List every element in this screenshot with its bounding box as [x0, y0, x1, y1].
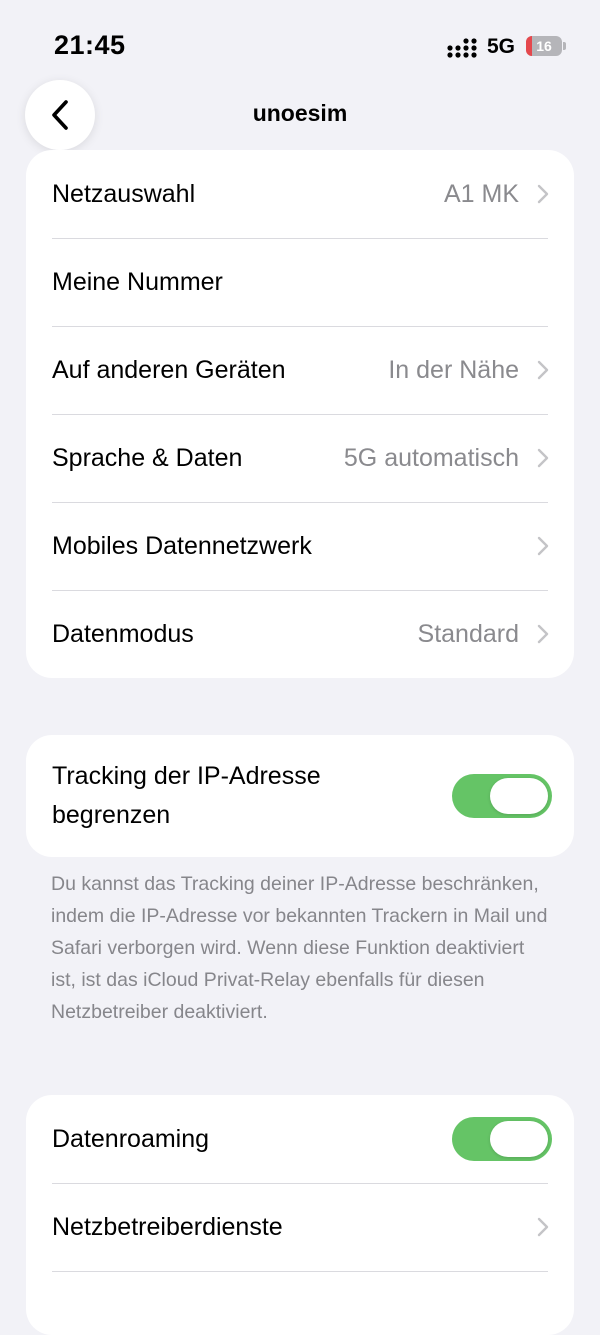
row-value: Standard — [417, 619, 519, 648]
chevron-right-icon — [537, 184, 549, 204]
chevron-right-icon — [537, 1217, 549, 1237]
battery-percentage: 16 — [536, 38, 552, 54]
my-number-row[interactable]: Meine Nummer — [26, 238, 574, 326]
page-title: unoesim — [252, 100, 348, 126]
row-label: Auf anderen Geräten — [52, 355, 286, 384]
battery-icon: 16 — [526, 36, 566, 58]
network-type-label: 5G — [487, 35, 516, 58]
status-time: 21:45 — [54, 30, 126, 60]
row-label: Datenroaming — [52, 1124, 210, 1153]
carrier-services-row[interactable]: Netzbetreiberdienste — [26, 1183, 574, 1271]
row-label: Mobiles Datennetzwerk — [52, 531, 312, 560]
limit-ip-tracking-row: Tracking der IP-Adresse begrenzen — [26, 735, 574, 857]
data-roaming-row: Datenroaming — [26, 1095, 574, 1183]
toggle-knob — [490, 1121, 548, 1157]
mobile-data-network-row[interactable]: Mobiles Datennetzwerk — [26, 502, 574, 590]
row-value: In der Nähe — [388, 355, 519, 384]
cellular-settings-group: Netzauswahl A1 MK Meine Nummer Auf ander… — [26, 150, 574, 678]
row-label: Netzbetreiberdienste — [52, 1212, 283, 1241]
toggle-knob — [490, 778, 548, 814]
limit-ip-tracking-toggle[interactable] — [452, 774, 552, 818]
chevron-left-icon — [52, 100, 68, 130]
status-bar: 21:45 5G 16 — [0, 0, 600, 90]
other-devices-row[interactable]: Auf anderen Geräten In der Nähe — [26, 326, 574, 414]
voice-data-row[interactable]: Sprache & Daten 5G automatisch — [26, 414, 574, 502]
signal-strength-icon — [447, 38, 477, 58]
chevron-right-icon — [537, 360, 549, 380]
back-button[interactable] — [25, 80, 95, 150]
ip-tracking-footnote: Du kannst das Tracking deiner IP-Adresse… — [51, 873, 548, 1023]
chevron-right-icon — [537, 448, 549, 468]
data-mode-row[interactable]: Datenmodus Standard — [26, 590, 574, 678]
chevron-right-icon — [537, 536, 549, 556]
row-label: Datenmodus — [52, 619, 194, 648]
row-label: Tracking der IP-Adresse begrenzen — [52, 762, 321, 829]
network-selection-row[interactable]: Netzauswahl A1 MK — [26, 150, 574, 238]
settings-row[interactable] — [26, 1271, 574, 1335]
roaming-group: Datenroaming Netzbetreiberdienste — [26, 1095, 574, 1335]
row-label: Netzauswahl — [52, 179, 196, 208]
row-label: Meine Nummer — [52, 267, 223, 296]
row-value: 5G automatisch — [343, 443, 519, 472]
row-value: A1 MK — [443, 179, 519, 208]
chevron-right-icon — [537, 624, 549, 644]
data-roaming-toggle[interactable] — [452, 1117, 552, 1161]
ip-tracking-group: Tracking der IP-Adresse begrenzen — [26, 735, 574, 857]
row-label: Sprache & Daten — [52, 443, 243, 472]
